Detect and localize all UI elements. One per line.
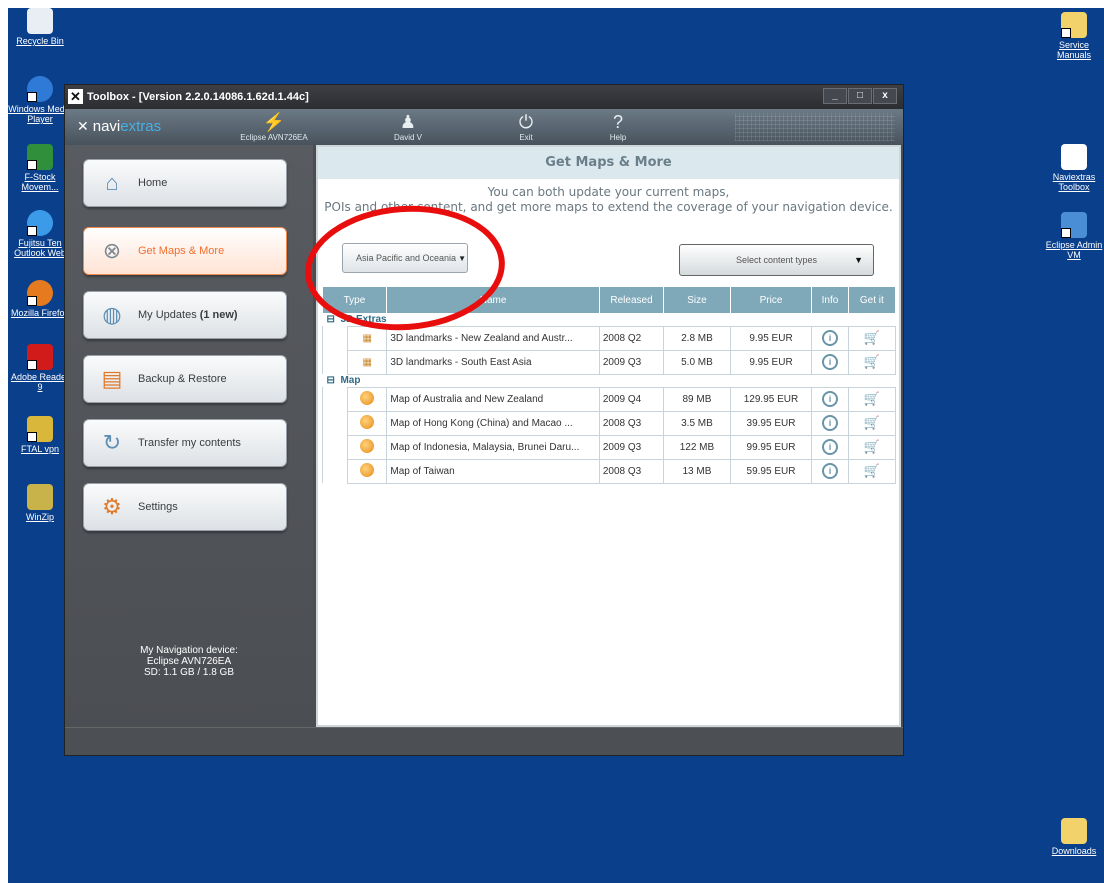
- sidebar-item-settings[interactable]: ⚙ Settings: [83, 483, 287, 531]
- col-get-it[interactable]: Get it: [848, 287, 897, 313]
- desktop-icon-recycle-bin[interactable]: Recycle Bin: [8, 8, 72, 46]
- desktop-icon-adobe-reader[interactable]: Adobe Reader 9: [8, 344, 72, 392]
- desktop-icon-downloads[interactable]: Downloads: [1042, 818, 1104, 856]
- winzip-icon: [27, 484, 53, 510]
- sidebar-item-get-maps[interactable]: ⊗ Get Maps & More: [83, 227, 287, 275]
- folder-icon: [1061, 12, 1087, 38]
- updates-badge: (1 new): [199, 309, 238, 321]
- title-bar[interactable]: ✕ Toolbox - [Version 2.2.0.14086.1.62d.1…: [65, 85, 903, 109]
- naviextras-logo: ✕ naviextras: [77, 118, 162, 135]
- info-icon[interactable]: i: [822, 330, 838, 346]
- cart-icon[interactable]: 🛒: [864, 463, 880, 478]
- vpn-icon: [27, 416, 53, 442]
- exit-button[interactable]: ⏻ Exit: [511, 111, 541, 142]
- table-row[interactable]: Map of Hong Kong (China) and Macao ... 2…: [321, 410, 897, 436]
- adobe-icon: [27, 344, 53, 370]
- desktop-icon-media-player[interactable]: Windows Media Player: [8, 76, 72, 124]
- excel-icon: [27, 144, 53, 170]
- minimize-button[interactable]: _: [823, 88, 847, 104]
- backup-icon: ▤: [101, 366, 123, 391]
- table-row[interactable]: Map of Taiwan 2008 Q3 13 MB 59.95 EUR i …: [321, 458, 897, 484]
- col-size[interactable]: Size: [663, 287, 731, 313]
- col-price[interactable]: Price: [730, 287, 813, 313]
- recycle-bin-icon: [27, 8, 53, 34]
- map-globe-icon: [360, 462, 375, 477]
- info-icon[interactable]: i: [822, 463, 838, 479]
- sidebar-item-home[interactable]: ⌂ Home: [83, 159, 287, 207]
- plug-icon: ⚡: [262, 112, 286, 132]
- page-title: Get Maps & More: [318, 147, 899, 179]
- window-controls: _ □ x: [822, 88, 897, 104]
- map-globe-icon: [360, 438, 375, 453]
- naviextras-logo-icon: ✕: [77, 118, 89, 134]
- ie-icon: [27, 210, 53, 236]
- settings-icon: ⚙: [102, 494, 122, 519]
- vm-icon: [1061, 212, 1087, 238]
- cart-icon[interactable]: 🛒: [864, 415, 880, 430]
- transfer-icon: ↻: [102, 430, 122, 455]
- desktop-icon-naviextras[interactable]: Naviextras Toolbox: [1042, 144, 1104, 192]
- device-info: My Navigation device: Eclipse AVN726EA S…: [140, 645, 238, 678]
- info-icon[interactable]: i: [822, 354, 838, 370]
- map-globe-icon: [360, 390, 375, 405]
- collapse-icon[interactable]: ⊟: [327, 314, 335, 325]
- help-icon: ?: [612, 112, 623, 132]
- desktop-icon-firefox[interactable]: Mozilla Firefox: [8, 280, 72, 318]
- firefox-icon: [27, 280, 53, 306]
- col-info[interactable]: Info: [811, 287, 849, 313]
- sidebar-item-my-updates[interactable]: ◍ My Updates (1 new): [83, 291, 287, 339]
- maximize-button[interactable]: □: [848, 88, 872, 104]
- info-icon[interactable]: i: [822, 415, 838, 431]
- desktop-icon-winzip[interactable]: WinZip: [8, 484, 72, 522]
- help-button[interactable]: ? Help: [603, 111, 633, 142]
- app-icon: ✕: [68, 89, 83, 104]
- desktop-icon-service-manuals[interactable]: Service Manuals: [1042, 12, 1104, 60]
- sidebar: ⌂ Home ⊗ Get Maps & More ◍ My Updates (1 …: [65, 145, 313, 727]
- table-row[interactable]: ▦ 3D landmarks - South East Asia 2009 Q3…: [321, 349, 897, 375]
- status-bar: [65, 727, 903, 755]
- landmark-icon: ▦: [362, 356, 372, 368]
- close-button[interactable]: x: [873, 88, 897, 104]
- sidebar-item-backup-restore[interactable]: ▤ Backup & Restore: [83, 355, 287, 403]
- user-icon: ♟: [399, 112, 417, 132]
- col-released[interactable]: Released: [599, 287, 665, 313]
- chevron-down-icon: ▼: [854, 255, 863, 265]
- globe-updates-icon: ◍: [102, 302, 122, 327]
- cart-icon[interactable]: 🛒: [864, 330, 880, 345]
- desktop-icon-fstock[interactable]: F-Stock Movem...: [8, 144, 72, 192]
- compass-icon: ⊗: [102, 238, 122, 263]
- window-title: Toolbox - [Version 2.2.0.14086.1.62d.1.4…: [87, 91, 309, 103]
- toolbar-decoration: [735, 113, 895, 141]
- cart-icon[interactable]: 🛒: [864, 391, 880, 406]
- naviextras-icon: [1061, 144, 1087, 170]
- sidebar-item-transfer[interactable]: ↻ Transfer my contents: [83, 419, 287, 467]
- desktop-icon-ftal-vpn[interactable]: FTAL vpn: [8, 416, 72, 454]
- table-row[interactable]: Map of Indonesia, Malaysia, Brunei Daru.…: [321, 434, 897, 460]
- info-icon[interactable]: i: [822, 439, 838, 455]
- desktop-icon-outlook-web[interactable]: Fujitsu Ten Outlook Web: [8, 210, 72, 258]
- device-button[interactable]: ⚡ Eclipse AVN726EA: [229, 111, 319, 142]
- content-type-dropdown[interactable]: Select content types ▼: [679, 244, 874, 276]
- cart-icon[interactable]: 🛒: [864, 354, 880, 369]
- folder-icon: [1061, 818, 1087, 844]
- landmark-icon: ▦: [362, 332, 372, 344]
- toolbar: ✕ naviextras ⚡ Eclipse AVN726EA ♟ David V…: [65, 109, 903, 145]
- map-globe-icon: [360, 414, 375, 429]
- group-row[interactable]: ⊟ Map: [322, 374, 896, 387]
- power-icon: ⏻: [518, 112, 534, 132]
- info-icon[interactable]: i: [822, 391, 838, 407]
- desktop-icon-eclipse-admin-vm[interactable]: Eclipse Admin VM: [1042, 212, 1104, 260]
- cart-icon[interactable]: 🛒: [864, 439, 880, 454]
- home-icon: ⌂: [105, 170, 119, 195]
- collapse-icon[interactable]: ⊟: [327, 375, 335, 386]
- media-player-icon: [27, 76, 53, 102]
- user-button[interactable]: ♟ David V: [383, 111, 433, 142]
- table-row[interactable]: Map of Australia and New Zealand 2009 Q4…: [321, 386, 897, 412]
- toolbox-window: ✕ Toolbox - [Version 2.2.0.14086.1.62d.1…: [64, 84, 904, 756]
